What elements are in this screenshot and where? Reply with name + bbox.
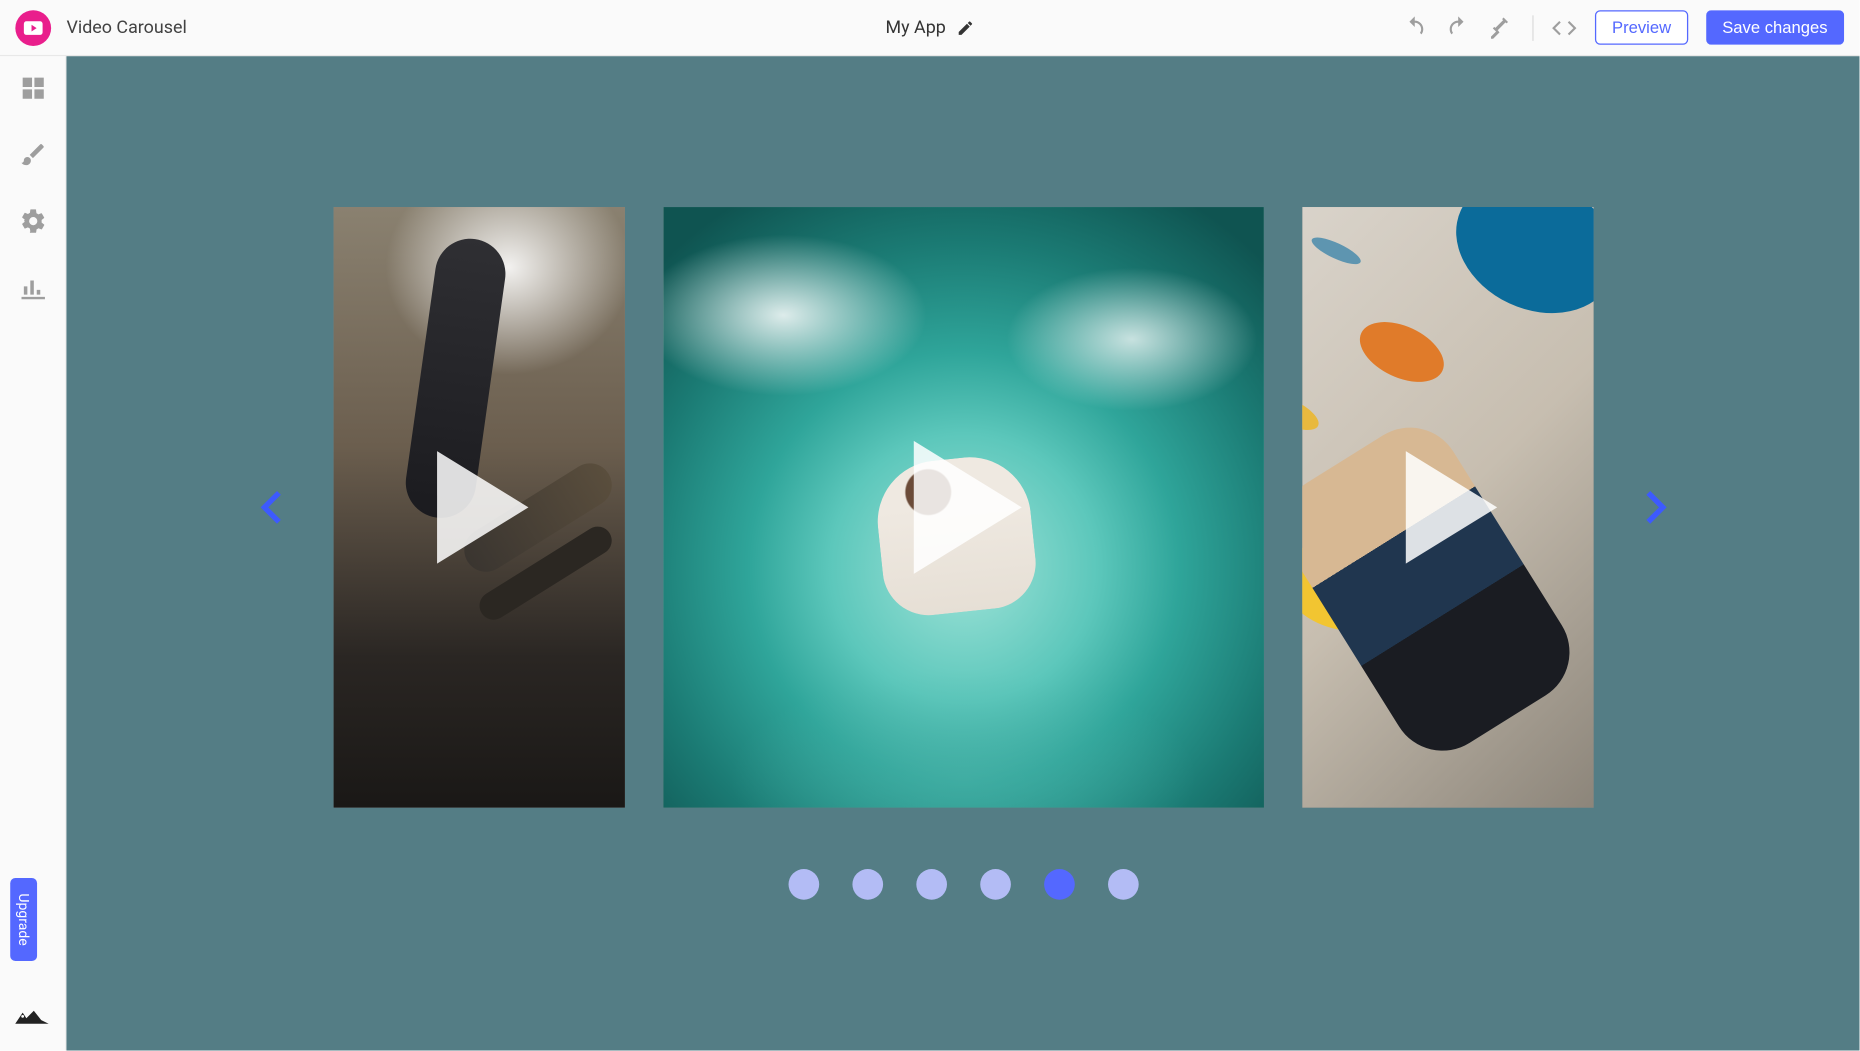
carousel-dot-2[interactable] xyxy=(852,869,883,900)
save-changes-button[interactable]: Save changes xyxy=(1706,10,1845,45)
redo-icon[interactable] xyxy=(1446,15,1472,41)
mascot-icon xyxy=(13,1007,51,1027)
carousel-dot-1[interactable] xyxy=(788,869,819,900)
play-icon xyxy=(1377,424,1518,590)
brand-label: Video Carousel xyxy=(66,17,186,37)
play-icon xyxy=(880,412,1046,604)
carousel-prev-button[interactable] xyxy=(251,486,294,529)
app-title: My App xyxy=(886,17,946,37)
play-icon xyxy=(408,424,549,590)
app-title-area[interactable]: My App xyxy=(886,17,974,37)
carousel-dot-6[interactable] xyxy=(1107,869,1138,900)
code-icon[interactable] xyxy=(1552,15,1578,41)
carousel-dot-3[interactable] xyxy=(916,869,947,900)
canvas-area xyxy=(66,56,1859,1050)
sidebar: Upgrade xyxy=(0,56,66,1050)
carousel-card-center[interactable] xyxy=(663,207,1264,808)
upgrade-button[interactable]: Upgrade xyxy=(10,878,37,961)
brand: Video Carousel xyxy=(15,10,186,46)
carousel xyxy=(251,207,1675,808)
edit-title-icon[interactable] xyxy=(956,19,974,37)
analytics-icon[interactable] xyxy=(19,273,47,301)
hammer-icon[interactable] xyxy=(1489,15,1515,41)
undo-icon[interactable] xyxy=(1402,15,1428,41)
carousel-next-button[interactable] xyxy=(1631,486,1674,529)
carousel-dot-5[interactable] xyxy=(1043,869,1074,900)
carousel-card-right[interactable] xyxy=(1302,207,1593,808)
gear-icon[interactable] xyxy=(19,207,47,235)
topbar-right-controls: Preview Save changes xyxy=(1402,10,1844,45)
preview-button[interactable]: Preview xyxy=(1595,10,1687,45)
carousel-card-left[interactable] xyxy=(333,207,624,808)
brush-icon[interactable] xyxy=(19,141,47,169)
divider xyxy=(1533,15,1534,41)
carousel-dots xyxy=(788,869,1138,900)
layout-icon[interactable] xyxy=(19,74,47,102)
brand-badge-icon xyxy=(15,10,51,46)
carousel-dot-4[interactable] xyxy=(980,869,1011,900)
topbar: Video Carousel My App Preview Save chang… xyxy=(0,0,1859,56)
